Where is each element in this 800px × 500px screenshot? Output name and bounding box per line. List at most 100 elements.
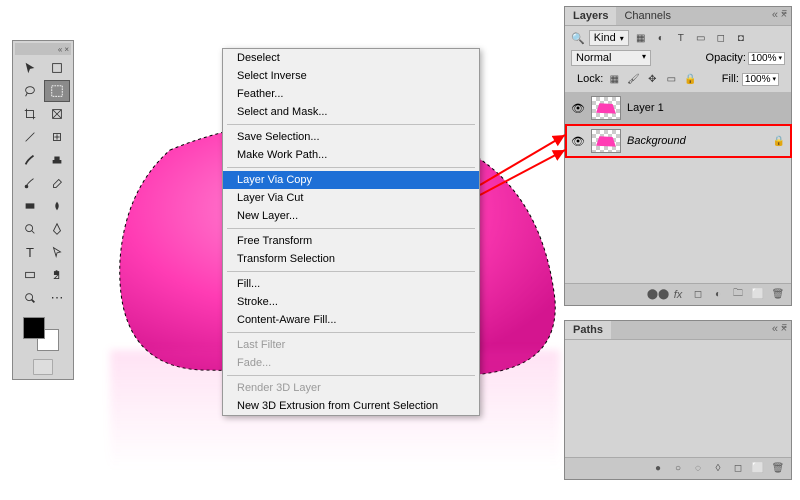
layer-thumbnail[interactable] [591, 96, 621, 120]
menu-item-fill[interactable]: Fill... [223, 275, 479, 293]
menu-item-save-selection[interactable]: Save Selection... [223, 128, 479, 146]
menu-item-fade: Fade... [223, 354, 479, 372]
healing-brush-tool[interactable] [44, 126, 70, 148]
layer-row[interactable]: 👁Background🔒 [565, 125, 791, 158]
panel-close-icon[interactable]: × [781, 323, 787, 335]
foreground-color[interactable] [23, 317, 45, 339]
collapse-icon[interactable]: « [58, 45, 62, 54]
menu-item-render-3d-layer: Render 3D Layer [223, 379, 479, 397]
search-icon: 🔍 [571, 32, 585, 45]
link-layers-icon[interactable]: ⬤⬤ [651, 288, 665, 302]
rectangle-tool[interactable] [17, 264, 43, 286]
menu-item-content-aware-fill[interactable]: Content-Aware Fill... [223, 311, 479, 329]
edit-toolbar[interactable]: ⋯ [44, 287, 70, 309]
history-brush-tool[interactable] [17, 172, 43, 194]
layer-filter-dropdown[interactable]: Kind [589, 30, 629, 46]
menu-item-transform-selection[interactable]: Transform Selection [223, 250, 479, 268]
dodge-tool[interactable] [17, 218, 43, 240]
brush-tool[interactable] [17, 149, 43, 171]
panel-close-icon[interactable]: × [781, 9, 787, 21]
lock-position-icon[interactable]: ✥ [644, 72, 660, 86]
delete-layer-icon[interactable]: 🗑 [771, 288, 785, 302]
tab-channels[interactable]: Channels [616, 7, 678, 25]
menu-item-layer-via-cut[interactable]: Layer Via Cut [223, 189, 479, 207]
layer-name[interactable]: Background [627, 135, 767, 147]
lock-all-icon[interactable]: 🔒 [682, 72, 698, 86]
filter-toggle-icon[interactable]: ◘ [733, 31, 749, 45]
stroke-path-icon[interactable]: ○ [671, 462, 685, 476]
visibility-toggle[interactable]: 👁 [571, 102, 585, 115]
layer-fx-icon[interactable]: fx [671, 288, 685, 302]
menu-item-layer-via-copy[interactable]: Layer Via Copy [223, 171, 479, 189]
group-layers-icon[interactable]: 🗀 [731, 288, 745, 302]
menu-item-select-and-mask[interactable]: Select and Mask... [223, 103, 479, 121]
delete-path-icon[interactable]: 🗑 [771, 462, 785, 476]
callout-arrow-2 [475, 145, 575, 205]
lock-artboard-icon[interactable]: ▭ [663, 72, 679, 86]
lock-pixels-icon[interactable]: 🖌 [625, 72, 641, 86]
zoom-tool[interactable] [17, 287, 43, 309]
path-selection-tool[interactable] [44, 241, 70, 263]
lock-icon: 🔒 [773, 136, 785, 147]
layer-row[interactable]: 👁 Layer 1 [565, 92, 791, 125]
selection-to-path-icon[interactable]: ◊ [711, 462, 725, 476]
menu-separator [227, 332, 475, 333]
gradient-tool[interactable] [17, 195, 43, 217]
pen-tool[interactable] [44, 218, 70, 240]
hand-tool[interactable] [44, 264, 70, 286]
menu-item-free-transform[interactable]: Free Transform [223, 232, 479, 250]
add-mask-icon[interactable]: ◻ [691, 288, 705, 302]
adjustment-layer-icon[interactable]: ◐ [711, 288, 725, 302]
layer-thumbnail[interactable] [591, 129, 621, 153]
new-path-icon[interactable]: ⬜ [751, 462, 765, 476]
lasso-tool[interactable] [17, 80, 43, 102]
paths-list[interactable] [565, 340, 791, 450]
menu-item-new-3d-extrusion-from-current-selection[interactable]: New 3D Extrusion from Current Selection [223, 397, 479, 415]
new-layer-icon[interactable]: ⬜ [751, 288, 765, 302]
toolbox-panel: « × T ⋯ [12, 40, 74, 380]
quick-mask-toggle[interactable] [33, 359, 53, 375]
opacity-input[interactable]: 100% [748, 52, 785, 65]
eyedropper-tool[interactable] [17, 126, 43, 148]
menu-item-deselect[interactable]: Deselect [223, 49, 479, 67]
menu-item-select-inverse[interactable]: Select Inverse [223, 67, 479, 85]
clone-stamp-tool[interactable] [44, 149, 70, 171]
lock-transparency-icon[interactable]: ▦ [606, 72, 622, 86]
context-menu: DeselectSelect InverseFeather...Select a… [222, 48, 480, 416]
layer-name[interactable]: Layer 1 [627, 102, 785, 114]
panel-collapse-icon[interactable]: « [772, 9, 778, 21]
menu-separator [227, 167, 475, 168]
close-icon[interactable]: × [64, 45, 69, 54]
toolbox-header: « × [15, 43, 71, 55]
fill-path-icon[interactable]: ● [651, 462, 665, 476]
tab-layers[interactable]: Layers [565, 7, 616, 25]
blend-mode-dropdown[interactable]: Normal [571, 50, 651, 66]
menu-item-stroke[interactable]: Stroke... [223, 293, 479, 311]
paths-footer: ● ○ ◌ ◊ ◻ ⬜ 🗑 [565, 457, 791, 479]
type-tool[interactable]: T [17, 241, 43, 263]
filter-adjustment-icon[interactable]: ◐ [653, 31, 669, 45]
artboard-tool[interactable] [44, 57, 70, 79]
menu-separator [227, 124, 475, 125]
color-swatches[interactable] [15, 311, 71, 355]
add-mask-path-icon[interactable]: ◻ [731, 462, 745, 476]
quick-selection-tool[interactable] [44, 80, 70, 102]
blur-tool[interactable] [44, 195, 70, 217]
frame-tool[interactable] [44, 103, 70, 125]
fill-input[interactable]: 100% [742, 73, 779, 86]
crop-tool[interactable] [17, 103, 43, 125]
filter-shape-icon[interactable]: ▭ [693, 31, 709, 45]
path-to-selection-icon[interactable]: ◌ [691, 462, 705, 476]
menu-item-make-work-path[interactable]: Make Work Path... [223, 146, 479, 164]
menu-item-new-layer[interactable]: New Layer... [223, 207, 479, 225]
tab-paths[interactable]: Paths [565, 321, 611, 339]
move-tool[interactable] [17, 57, 43, 79]
filter-smart-icon[interactable]: ◻ [713, 31, 729, 45]
panel-collapse-icon[interactable]: « [772, 323, 778, 335]
filter-pixel-icon[interactable]: ▦ [633, 31, 649, 45]
fill-label: Fill: [722, 73, 739, 85]
eraser-tool[interactable] [44, 172, 70, 194]
menu-item-feather[interactable]: Feather... [223, 85, 479, 103]
menu-separator [227, 228, 475, 229]
filter-type-icon[interactable]: T [673, 31, 689, 45]
